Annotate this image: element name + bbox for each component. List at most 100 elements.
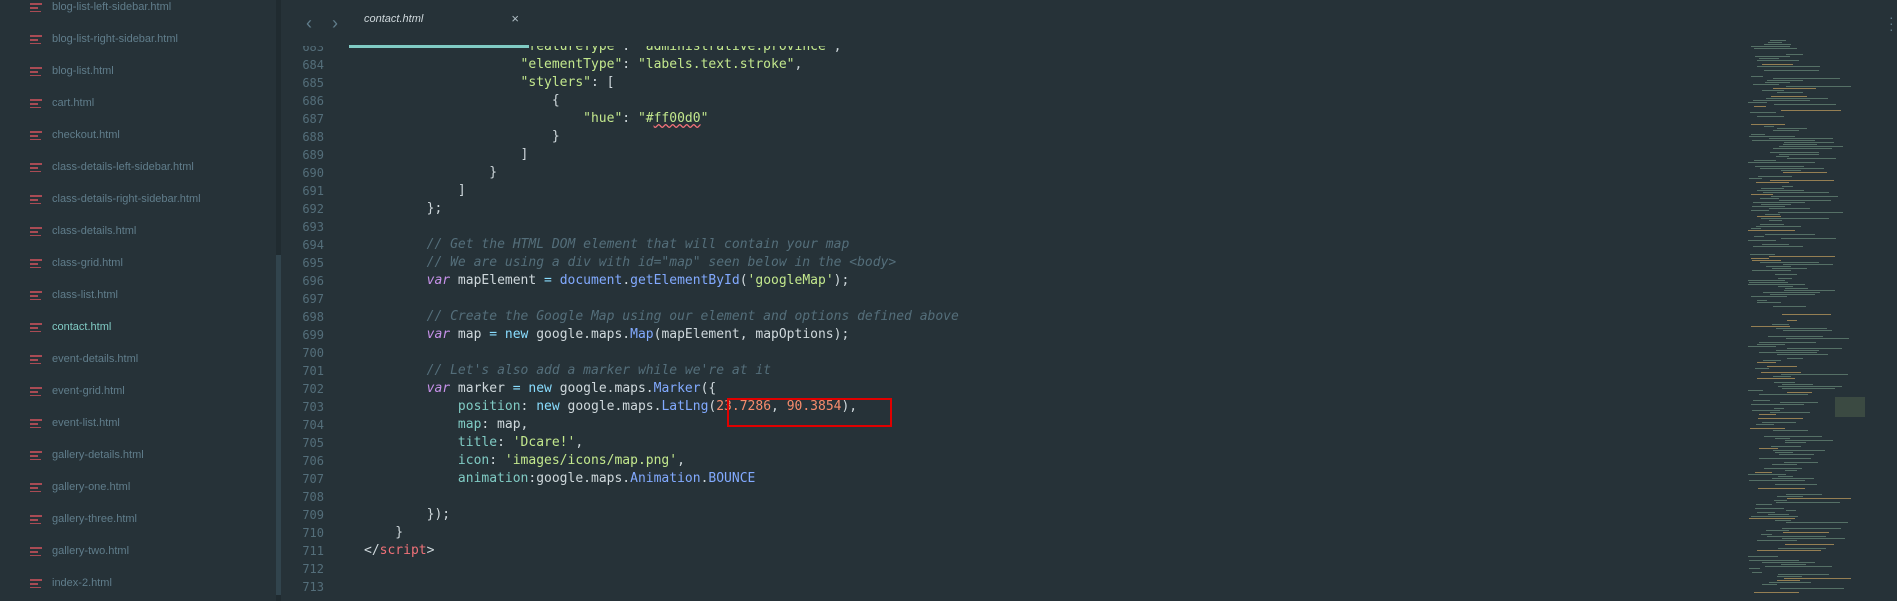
code-line: 699 var map = new google.maps.Map(mapEle… xyxy=(284,326,1744,344)
minimap-line xyxy=(1762,422,1796,423)
minimap-line xyxy=(1773,430,1808,431)
file-icon xyxy=(30,130,42,140)
minimap-line xyxy=(1753,400,1770,401)
sidebar-file-item[interactable]: gallery-two.html xyxy=(30,541,129,561)
minimap-line xyxy=(1758,418,1803,419)
sidebar-file-item[interactable]: class-grid.html xyxy=(30,253,123,273)
minimap-line xyxy=(1760,224,1784,225)
minimap-line xyxy=(1749,178,1762,179)
minimap-line xyxy=(1770,412,1810,413)
sidebar-file-item[interactable]: event-details.html xyxy=(30,349,138,369)
minimap-line xyxy=(1779,154,1819,155)
file-icon xyxy=(30,354,42,364)
sidebar-file-item[interactable]: index-2.html xyxy=(30,573,112,593)
close-icon[interactable]: × xyxy=(511,11,519,26)
minimap-line xyxy=(1758,176,1792,177)
code-text: } xyxy=(364,165,498,180)
minimap-line xyxy=(1777,580,1800,581)
sidebar-file-item[interactable]: gallery-details.html xyxy=(30,445,144,465)
minimap-viewport[interactable] xyxy=(1835,397,1865,417)
sidebar-file-item[interactable]: class-details-left-sidebar.html xyxy=(30,157,194,177)
minimap-line xyxy=(1757,540,1797,541)
minimap-line xyxy=(1776,156,1789,157)
minimap-line xyxy=(1755,472,1772,473)
sidebar-file-item[interactable]: class-list.html xyxy=(30,285,118,305)
code-line: 693 xyxy=(284,218,1744,236)
sidebar-file-item[interactable]: gallery-one.html xyxy=(30,477,130,497)
line-number: 709 xyxy=(302,508,324,522)
code-text: "featureType": "administrative.province"… xyxy=(520,46,842,54)
minimap-line xyxy=(1766,530,1789,531)
sidebar-file-item[interactable]: event-list.html xyxy=(30,413,120,433)
code-text: </script> xyxy=(364,543,435,558)
minimap-line xyxy=(1758,488,1805,489)
forward-arrow-icon[interactable]: › xyxy=(324,12,346,34)
minimap-line xyxy=(1757,116,1784,117)
line-number: 705 xyxy=(302,436,324,450)
code-text: animation:google.maps.Animation.BOUNCE xyxy=(457,471,756,486)
code-line: 684 "elementType": "labels.text.stroke", xyxy=(284,56,1744,74)
file-icon xyxy=(30,418,42,428)
minimap-line xyxy=(1773,78,1840,79)
tab-contact[interactable]: contact.html × xyxy=(349,0,529,46)
code-line: 711 </script> xyxy=(284,542,1744,560)
minimap-line xyxy=(1783,330,1832,331)
minimap-line xyxy=(1782,384,1813,385)
minimap-line xyxy=(1767,536,1826,537)
minimap-line xyxy=(1751,194,1773,195)
minimap-line xyxy=(1757,378,1795,379)
minimap-line xyxy=(1762,562,1815,563)
minimap[interactable] xyxy=(1748,40,1888,601)
line-number: 686 xyxy=(302,94,324,108)
minimap-line xyxy=(1762,64,1793,65)
sidebar-file-label: contact.html xyxy=(52,321,112,333)
minimap-line xyxy=(1782,528,1841,529)
sidebar-file-item[interactable]: event-grid.html xyxy=(30,381,125,401)
minimap-line xyxy=(1772,268,1807,269)
code-text: var marker = new google.maps.Marker({ xyxy=(426,381,717,396)
minimap-line xyxy=(1773,306,1806,307)
code-editor[interactable]: 683 "featureType": "administrative.provi… xyxy=(284,46,1744,601)
minimap-line xyxy=(1777,576,1802,577)
line-number: 699 xyxy=(302,328,324,342)
sidebar-scrollbar-thumb[interactable] xyxy=(276,255,281,595)
minimap-line xyxy=(1771,196,1838,197)
sidebar-file-item[interactable]: cart.html xyxy=(30,93,94,113)
minimap-line xyxy=(1775,520,1791,521)
sidebar-file-item[interactable]: gallery-three.html xyxy=(30,509,137,529)
minimap-line xyxy=(1759,342,1816,343)
sidebar-file-label: event-grid.html xyxy=(52,385,125,397)
sidebar-file-item[interactable]: contact.html xyxy=(30,317,111,337)
minimap-line xyxy=(1752,206,1785,207)
code-line: 685 "stylers": [ xyxy=(284,74,1744,92)
sidebar-file-item[interactable]: checkout.html xyxy=(30,125,120,145)
file-icon xyxy=(30,162,42,172)
minimap-line xyxy=(1764,44,1791,45)
sidebar-file-label: cart.html xyxy=(52,97,95,109)
sidebar-file-item[interactable]: class-details-right-sidebar.html xyxy=(30,189,201,209)
sidebar-file-label: class-details-left-sidebar.html xyxy=(52,161,194,173)
sidebar-file-item[interactable]: blog-list-right-sidebar.html xyxy=(30,29,178,49)
code-text: "hue": "#ff00d0" xyxy=(583,111,709,126)
line-number: 703 xyxy=(302,400,324,414)
sidebar-file-label: checkout.html xyxy=(52,129,120,141)
minimap-line xyxy=(1781,238,1836,239)
minimap-line xyxy=(1787,348,1842,349)
sidebar-file-item[interactable]: blog-list-left-sidebar.html xyxy=(30,0,171,17)
sidebar-file-item[interactable]: class-details.html xyxy=(30,221,136,241)
minimap-line xyxy=(1773,376,1791,377)
back-arrow-icon[interactable]: ‹ xyxy=(298,12,320,34)
minimap-line xyxy=(1750,112,1776,113)
more-options-icon[interactable]: · · · xyxy=(1889,10,1895,36)
minimap-line xyxy=(1785,470,1797,471)
line-number: 706 xyxy=(302,454,324,468)
minimap-line xyxy=(1768,336,1823,337)
line-number: 688 xyxy=(302,130,324,144)
line-number: 702 xyxy=(302,382,324,396)
minimap-line xyxy=(1777,128,1807,129)
minimap-line xyxy=(1752,270,1791,271)
minimap-line xyxy=(1764,70,1819,71)
sidebar-file-item[interactable]: blog-list.html xyxy=(30,61,114,81)
minimap-line xyxy=(1770,294,1815,295)
minimap-line xyxy=(1763,292,1820,293)
